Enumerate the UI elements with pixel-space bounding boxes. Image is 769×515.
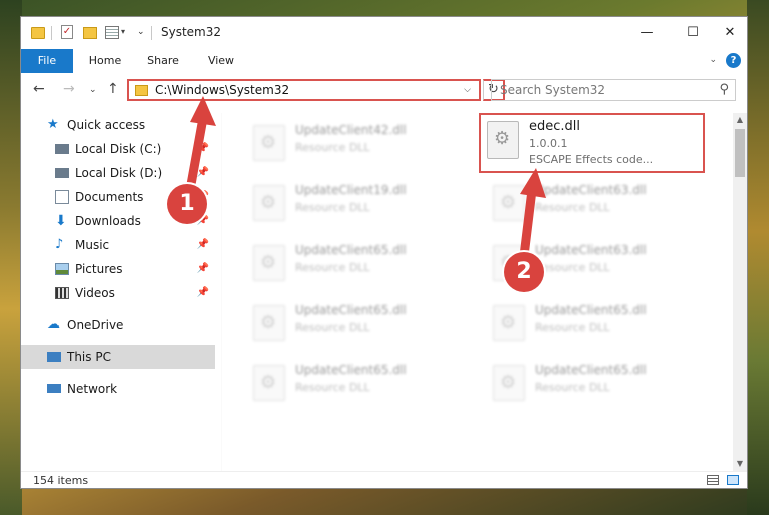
arrow-2 [519, 168, 546, 261]
arrow-1 [185, 96, 216, 195]
step-1-marker: 1 [167, 184, 207, 224]
annotation-arrows [185, 96, 546, 261]
step-2-marker: 2 [504, 252, 544, 292]
